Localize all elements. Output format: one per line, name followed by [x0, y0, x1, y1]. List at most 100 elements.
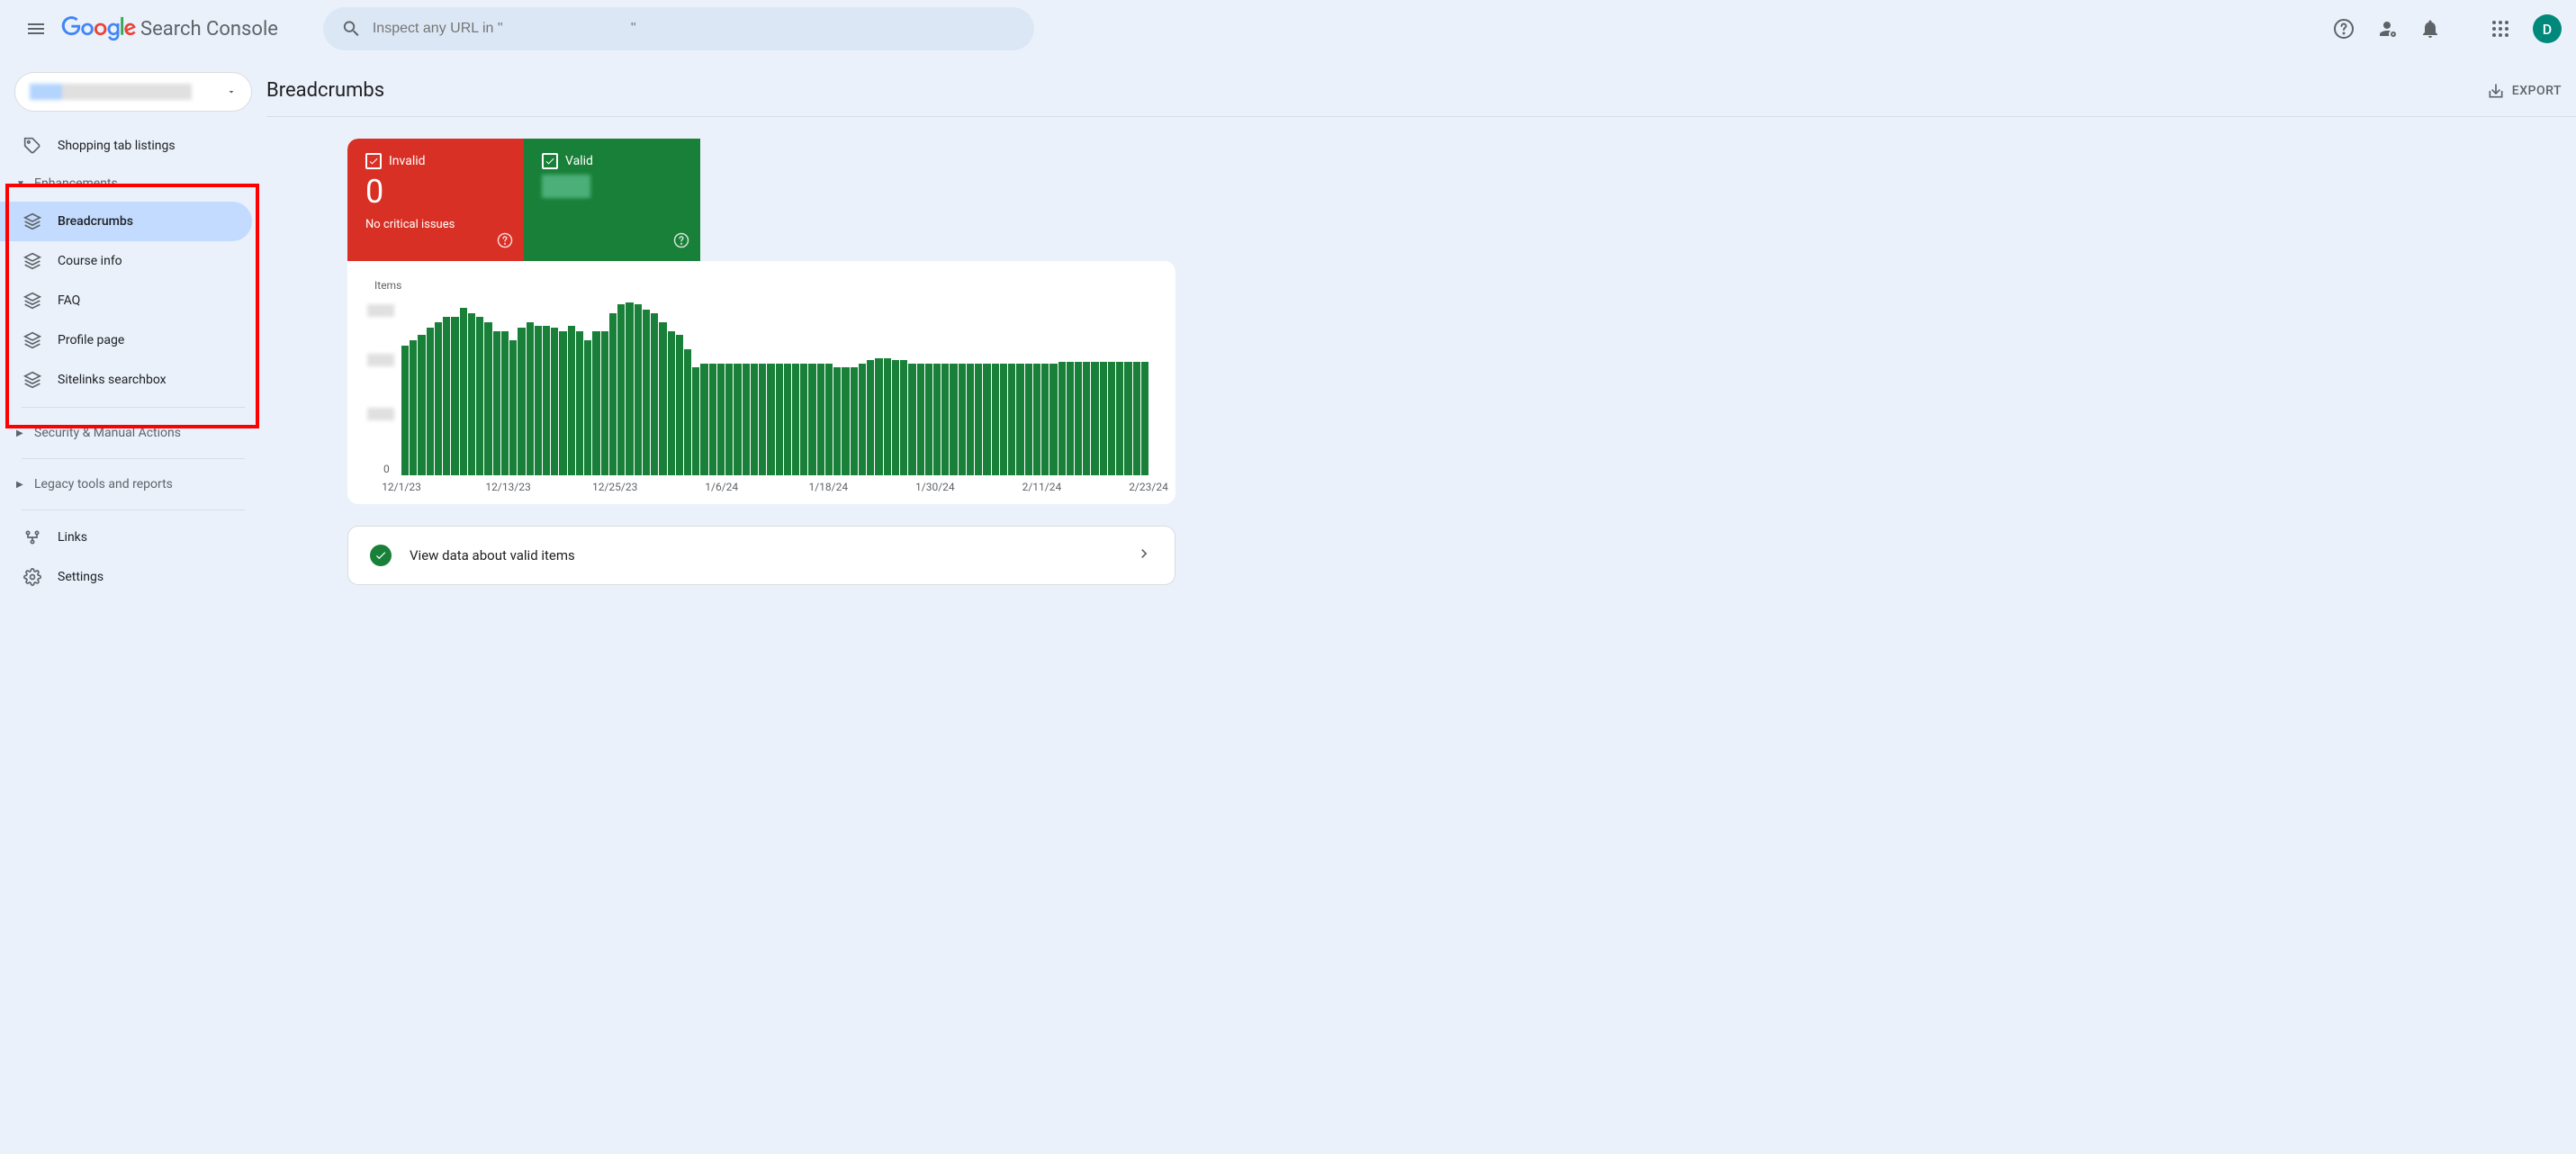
chart-bar[interactable]	[451, 317, 458, 475]
chart-bar[interactable]	[992, 364, 999, 475]
chart-bar[interactable]	[1067, 362, 1074, 475]
chart-bar[interactable]	[543, 326, 550, 475]
chart-bar[interactable]	[1025, 364, 1032, 475]
sidebar-item-profile-page[interactable]: Profile page	[0, 320, 252, 360]
property-selector[interactable]	[14, 72, 252, 112]
chart-bar[interactable]	[468, 313, 475, 475]
chart-bar[interactable]	[1058, 362, 1066, 475]
chart-bar[interactable]	[859, 364, 866, 475]
chart-bar[interactable]	[767, 364, 774, 475]
chart-bar[interactable]	[601, 331, 608, 475]
chart-bar[interactable]	[917, 364, 924, 475]
chart-bar[interactable]	[568, 326, 575, 475]
chart-bar[interactable]	[817, 364, 824, 475]
chart-bar[interactable]	[884, 358, 891, 475]
chart-bar[interactable]	[617, 304, 625, 475]
chart-bar[interactable]	[1016, 364, 1023, 475]
chart-bar[interactable]	[1075, 362, 1082, 475]
chart-bar[interactable]	[950, 364, 957, 475]
chart-bar[interactable]	[1083, 362, 1090, 475]
chart-area[interactable]	[401, 295, 1148, 475]
chart-bar[interactable]	[725, 364, 733, 475]
chart-bar[interactable]	[493, 331, 500, 475]
chart-bar[interactable]	[908, 364, 915, 475]
chart-bar[interactable]	[825, 364, 833, 475]
view-valid-items-link[interactable]: View data about valid items	[347, 526, 1175, 585]
chart-bar[interactable]	[1133, 362, 1140, 475]
chart-bar[interactable]	[1141, 362, 1148, 475]
sidebar-section-enhancements[interactable]: ▼ Enhancements	[0, 166, 266, 202]
status-card-valid[interactable]: Valid	[524, 139, 700, 261]
sidebar-item-shopping[interactable]: Shopping tab listings	[0, 126, 252, 166]
chart-bar[interactable]	[743, 364, 750, 475]
url-inspect-search[interactable]	[323, 7, 1034, 50]
chart-bar[interactable]	[643, 310, 650, 475]
sidebar-section-security[interactable]: ▶ Security & Manual Actions	[0, 415, 266, 451]
chart-bar[interactable]	[800, 364, 807, 475]
chart-bar[interactable]	[759, 364, 766, 475]
sidebar-item-sitelinks[interactable]: Sitelinks searchbox	[0, 360, 252, 400]
google-logo[interactable]: Search Console	[61, 16, 278, 41]
chart-bar[interactable]	[676, 335, 683, 475]
chart-bar[interactable]	[476, 317, 483, 475]
chart-bar[interactable]	[792, 364, 799, 475]
chart-bar[interactable]	[709, 364, 716, 475]
chart-bar[interactable]	[842, 367, 849, 475]
chart-bar[interactable]	[626, 302, 633, 475]
chart-bar[interactable]	[551, 328, 558, 475]
help-icon[interactable]	[497, 232, 513, 252]
chart-bar[interactable]	[460, 308, 467, 475]
hamburger-menu-icon[interactable]	[14, 7, 58, 50]
chart-bar[interactable]	[668, 331, 675, 475]
chart-bar[interactable]	[875, 358, 882, 475]
chart-bar[interactable]	[592, 331, 599, 475]
chart-bar[interactable]	[509, 340, 517, 475]
chart-bar[interactable]	[833, 367, 841, 475]
sidebar-item-settings[interactable]: Settings	[0, 557, 252, 597]
chart-bar[interactable]	[609, 313, 617, 475]
chart-bar[interactable]	[576, 331, 583, 475]
chart-bar[interactable]	[1049, 364, 1057, 475]
chart-bar[interactable]	[975, 364, 982, 475]
chart-bar[interactable]	[535, 326, 542, 475]
chart-bar[interactable]	[651, 313, 658, 475]
chart-bar[interactable]	[967, 364, 974, 475]
search-input[interactable]	[373, 21, 1016, 37]
chart-bar[interactable]	[401, 346, 409, 475]
chart-bar[interactable]	[700, 364, 707, 475]
notifications-icon[interactable]	[2412, 11, 2448, 47]
chart-bar[interactable]	[518, 328, 525, 475]
chart-bar[interactable]	[1008, 364, 1015, 475]
help-icon[interactable]	[2326, 11, 2362, 47]
chart-bar[interactable]	[1041, 364, 1049, 475]
chart-bar[interactable]	[1000, 364, 1007, 475]
chart-bar[interactable]	[527, 322, 534, 475]
chart-bar[interactable]	[635, 304, 642, 475]
chart-bar[interactable]	[851, 367, 858, 475]
chart-bar[interactable]	[684, 349, 691, 475]
chart-bar[interactable]	[443, 317, 450, 475]
chart-bar[interactable]	[925, 364, 932, 475]
chart-bar[interactable]	[867, 360, 874, 475]
status-card-invalid[interactable]: Invalid 0 No critical issues	[347, 139, 524, 261]
chart-bar[interactable]	[717, 364, 725, 475]
export-button[interactable]: EXPORT	[2487, 82, 2562, 100]
chart-bar[interactable]	[1116, 362, 1123, 475]
chart-bar[interactable]	[584, 340, 591, 475]
people-settings-icon[interactable]	[2369, 11, 2405, 47]
sidebar-item-faq[interactable]: FAQ	[0, 281, 252, 320]
chart-bar[interactable]	[892, 360, 899, 475]
chart-bar[interactable]	[1091, 362, 1098, 475]
chart-bar[interactable]	[808, 364, 815, 475]
help-icon[interactable]	[673, 232, 689, 252]
chart-bar[interactable]	[933, 364, 941, 475]
chart-bar[interactable]	[692, 367, 699, 475]
user-avatar[interactable]: D	[2533, 14, 2562, 43]
chart-bar[interactable]	[484, 322, 491, 475]
chart-bar[interactable]	[427, 328, 434, 475]
chart-bar[interactable]	[734, 364, 741, 475]
chart-bar[interactable]	[941, 364, 949, 475]
chart-bar[interactable]	[1124, 362, 1131, 475]
chart-bar[interactable]	[900, 360, 907, 475]
chart-bar[interactable]	[751, 364, 758, 475]
